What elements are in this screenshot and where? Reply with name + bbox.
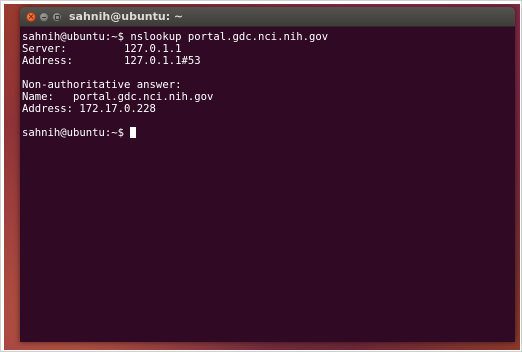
prompt-line[interactable]: sahnih@ubuntu:~$ [22, 127, 513, 139]
title-bar[interactable]: × sahnih@ubuntu: ~ [20, 7, 515, 27]
terminal-output[interactable]: sahnih@ubuntu:~$ nslookup portal.gdc.nci… [20, 27, 515, 342]
terminal-line: Server: 127.0.1.1 [22, 43, 182, 55]
text-cursor [130, 127, 137, 138]
terminal-line: sahnih@ubuntu:~$ nslookup portal.gdc.nci… [22, 31, 329, 43]
shell-prompt: sahnih@ubuntu:~$ [22, 127, 131, 139]
close-glyph: × [27, 12, 35, 21]
maximize-icon[interactable] [52, 12, 62, 22]
terminal-line: Address: 172.17.0.228 [22, 103, 156, 115]
minimize-icon[interactable] [39, 12, 49, 22]
screenshot-frame: × sahnih@ubuntu: ~ sahnih@ubuntu:~$ nslo… [0, 0, 522, 352]
terminal-window: × sahnih@ubuntu: ~ sahnih@ubuntu:~$ nslo… [20, 7, 515, 342]
window-title: sahnih@ubuntu: ~ [69, 10, 184, 23]
close-icon[interactable]: × [26, 12, 36, 22]
terminal-line: Non-authoritative answer: [22, 79, 182, 91]
terminal-line: Address: 127.0.1.1#53 [22, 55, 201, 67]
terminal-line: Name: portal.gdc.nci.nih.gov [22, 91, 214, 103]
desktop-background: × sahnih@ubuntu: ~ sahnih@ubuntu:~$ nslo… [4, 4, 520, 350]
